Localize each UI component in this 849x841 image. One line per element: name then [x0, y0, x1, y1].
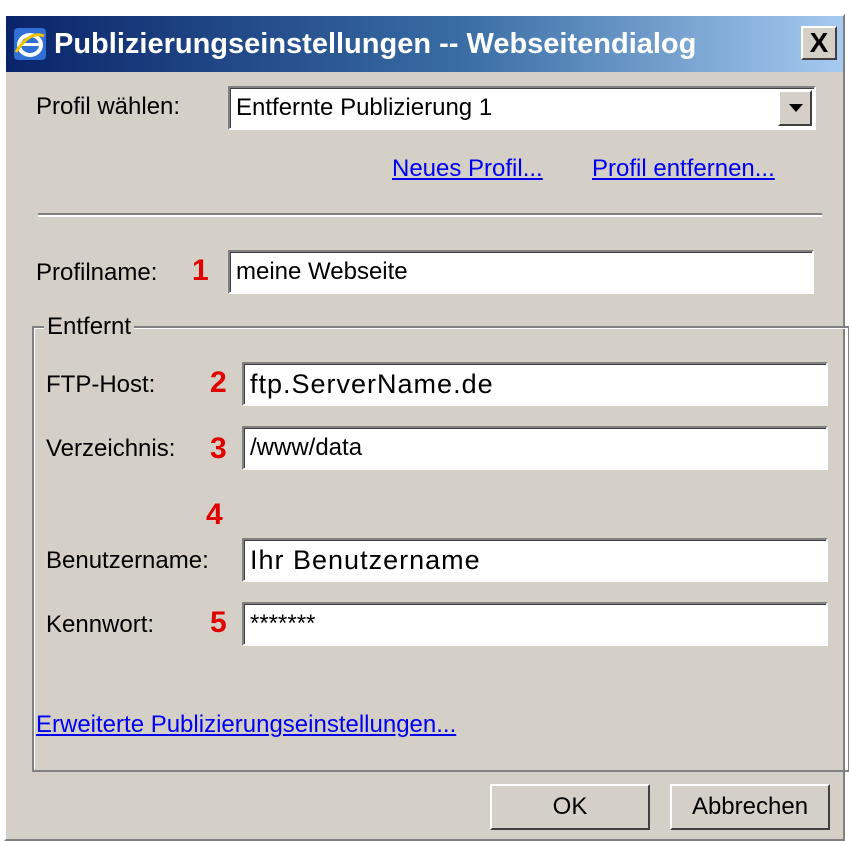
close-button[interactable]: X: [801, 26, 837, 60]
directory-input[interactable]: /www/data: [242, 426, 828, 470]
chevron-down-icon[interactable]: [778, 90, 812, 126]
directory-label: Verzeichnis:: [46, 435, 176, 462]
password-input[interactable]: *******: [242, 602, 828, 646]
new-profile-link[interactable]: Neues Profil...: [392, 154, 543, 184]
remove-profile-link[interactable]: Profil entfernen...: [592, 154, 775, 184]
password-label: Kennwort:: [46, 611, 155, 638]
profile-select-value: Entfernte Publizierung 1: [236, 94, 493, 121]
username-input[interactable]: Ihr Benutzername: [242, 538, 828, 582]
profile-name-label: Profilname:: [36, 259, 158, 286]
marker-2: 2: [210, 366, 227, 399]
profile-select-label: Profil wählen:: [36, 93, 181, 120]
title-bar[interactable]: Publizierungseinstellungen -- Webseitend…: [6, 16, 843, 72]
remote-group-legend: Entfernt: [44, 312, 135, 342]
ftp-host-input[interactable]: ftp.ServerName.de: [242, 362, 828, 406]
marker-4: 4: [206, 498, 223, 531]
profile-name-input[interactable]: meine Webseite: [228, 250, 814, 294]
username-label: Benutzername:: [46, 547, 209, 574]
marker-1: 1: [192, 254, 209, 287]
ftp-host-label: FTP-Host:: [46, 371, 156, 398]
marker-3: 3: [210, 432, 227, 465]
publish-settings-dialog: Publizierungseinstellungen -- Webseitend…: [4, 14, 849, 841]
profile-select[interactable]: Entfernte Publizierung 1: [228, 86, 816, 130]
ok-button[interactable]: OK: [490, 784, 650, 830]
window-title: Publizierungseinstellungen -- Webseitend…: [54, 28, 697, 60]
internet-explorer-icon: [12, 26, 48, 62]
marker-5: 5: [210, 606, 227, 639]
separator: [38, 213, 822, 217]
advanced-settings-link[interactable]: Erweiterte Publizierungseinstellungen...: [36, 710, 456, 740]
cancel-button[interactable]: Abbrechen: [670, 784, 830, 830]
